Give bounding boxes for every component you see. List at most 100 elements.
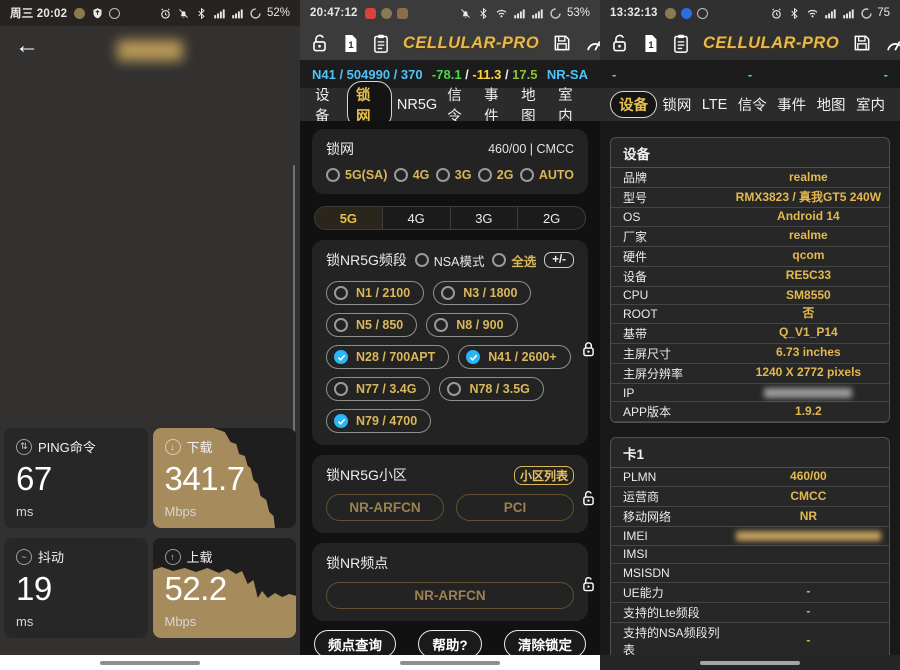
- gesture-pill[interactable]: [100, 661, 200, 665]
- option-label: AUTO: [539, 168, 574, 182]
- clipboard-icon[interactable]: [672, 33, 690, 54]
- option-label: NSA模式: [434, 251, 485, 270]
- vpn-shield-icon: [90, 6, 104, 20]
- metric-unit: ms: [16, 614, 136, 629]
- band-pill[interactable]: N77 / 3.4G: [326, 377, 430, 401]
- network-type-radio[interactable]: 2G: [478, 168, 514, 182]
- tab[interactable]: 事件: [772, 91, 811, 118]
- radio-icon: [326, 168, 340, 182]
- lock-closed-icon[interactable]: [580, 340, 597, 364]
- network-type-radio[interactable]: 5G(SA): [326, 168, 387, 182]
- radio-icon: [441, 286, 455, 300]
- metric-label: 抖动: [38, 547, 64, 566]
- network-type-radio[interactable]: 3G: [436, 168, 472, 182]
- nr-arfcn-input[interactable]: NR-ARFCN: [326, 494, 444, 521]
- tab[interactable]: 锁网: [657, 91, 696, 118]
- open-lock-icon[interactable]: [310, 33, 329, 54]
- band-pill[interactable]: N3 / 1800: [433, 281, 531, 305]
- action-button[interactable]: 帮助?: [418, 630, 481, 658]
- signal-bars-icon: [841, 6, 855, 20]
- status-icons: 53%: [459, 6, 590, 20]
- row-label: 主屏分辨率: [611, 364, 728, 383]
- rat-segment[interactable]: 5G: [315, 207, 382, 229]
- back-arrow-icon[interactable]: ←: [15, 34, 39, 58]
- tab[interactable]: 信令: [733, 91, 772, 118]
- app-badge-icon: [697, 8, 708, 19]
- row-label: 型号: [611, 188, 728, 207]
- band-pill[interactable]: N8 / 900: [426, 313, 517, 337]
- sim-1-icon[interactable]: 1: [642, 33, 659, 54]
- band-pill[interactable]: N79 / 4700: [326, 409, 431, 433]
- band-pill[interactable]: N1 / 2100: [326, 281, 424, 305]
- open-lock-icon[interactable]: [610, 33, 629, 54]
- row-value: CMCC: [728, 488, 889, 506]
- tab[interactable]: LTE: [697, 94, 733, 116]
- locknet-content: 锁网 460/00 | CMCC 5G(SA) 4G: [300, 121, 600, 655]
- radio-icon: [478, 168, 492, 182]
- rat-segmented-control: 5G 4G 3G 2G: [314, 206, 586, 230]
- rat-segment[interactable]: 2G: [517, 207, 585, 229]
- metric-value: 67: [16, 460, 136, 498]
- option-label: 5G(SA): [345, 168, 387, 182]
- tab[interactable]: 地图: [812, 91, 851, 118]
- tab[interactable]: 室内: [851, 91, 890, 118]
- radio-icon: [520, 168, 534, 182]
- table-title: 设备: [611, 138, 889, 168]
- row-label: UE能力: [611, 583, 728, 602]
- nsa-mode-radio[interactable]: NSA模式: [415, 251, 485, 270]
- app-badge-icon: [397, 8, 408, 19]
- lock-open-icon[interactable]: [580, 489, 597, 513]
- jitter-card: ~ 抖动 19 ms: [4, 538, 148, 638]
- gauge-icon[interactable]: [885, 34, 900, 53]
- table-row: 硬件 qcom: [611, 247, 889, 267]
- option-label: 2G: [497, 168, 514, 182]
- metric-label: PING命令: [38, 437, 96, 456]
- select-all-radio[interactable]: 全选: [492, 251, 536, 270]
- rat-segment[interactable]: 3G: [450, 207, 518, 229]
- table-row: 厂家 realme: [611, 227, 889, 247]
- tab[interactable]: 设备: [610, 91, 657, 118]
- row-label: 支持的Lte频段: [611, 603, 728, 622]
- band-pill[interactable]: N41 / 2600+: [458, 345, 570, 369]
- row-value: [728, 527, 889, 545]
- save-icon[interactable]: [552, 33, 572, 53]
- clipboard-icon[interactable]: [372, 33, 390, 54]
- radio-icon: [334, 350, 348, 364]
- save-icon[interactable]: [852, 33, 872, 53]
- row-label: APP版本: [611, 402, 728, 421]
- band-pill[interactable]: N78 / 3.5G: [439, 377, 543, 401]
- app-badge-icon: [381, 8, 392, 19]
- cellular-pro-device-screen: 13:32:13 75 1 CELLULAR-PRO ⚙: [600, 0, 900, 670]
- row-label: 基带: [611, 324, 728, 343]
- sim-1-icon[interactable]: 1: [342, 33, 359, 54]
- action-button[interactable]: 清除锁定: [504, 630, 586, 658]
- signal-measurements: -78.1 / -11.3 / 17.5: [423, 67, 547, 82]
- blurred-page-title: [117, 40, 183, 61]
- nr-arfcn-input[interactable]: NR-ARFCN: [326, 582, 574, 609]
- row-label: PLMN: [611, 469, 728, 485]
- gauge-icon[interactable]: [585, 34, 600, 53]
- pci-input[interactable]: PCI: [456, 494, 574, 521]
- rat-segment[interactable]: 4G: [382, 207, 450, 229]
- band-label: N1 / 2100: [356, 286, 410, 300]
- cell-list-button[interactable]: 小区列表: [514, 466, 574, 485]
- metric-unit: ms: [16, 504, 136, 519]
- band-label: N3 / 1800: [463, 286, 517, 300]
- gesture-pill[interactable]: [700, 661, 800, 665]
- network-type-radio[interactable]: AUTO: [520, 168, 574, 182]
- band-pill[interactable]: N28 / 700APT: [326, 345, 449, 369]
- lock-open-icon[interactable]: [580, 575, 597, 599]
- row-label: IMSI: [611, 546, 728, 562]
- band-pill[interactable]: N5 / 850: [326, 313, 417, 337]
- rsrp-value: -78.1: [432, 67, 462, 82]
- option-label: 全选: [511, 251, 536, 270]
- action-button[interactable]: 频点查询: [314, 630, 396, 658]
- wifi-icon: [805, 6, 819, 20]
- tab[interactable]: NR5G: [392, 94, 442, 116]
- network-type-radio[interactable]: 4G: [394, 168, 430, 182]
- nr5g-cell-card: 锁NR5G小区 小区列表 NR-ARFCN PCI: [312, 455, 588, 533]
- row-value: -: [728, 603, 889, 621]
- signal-bars-icon: [513, 6, 527, 20]
- plus-minus-button[interactable]: +/-: [544, 252, 574, 268]
- gesture-pill[interactable]: [400, 661, 500, 665]
